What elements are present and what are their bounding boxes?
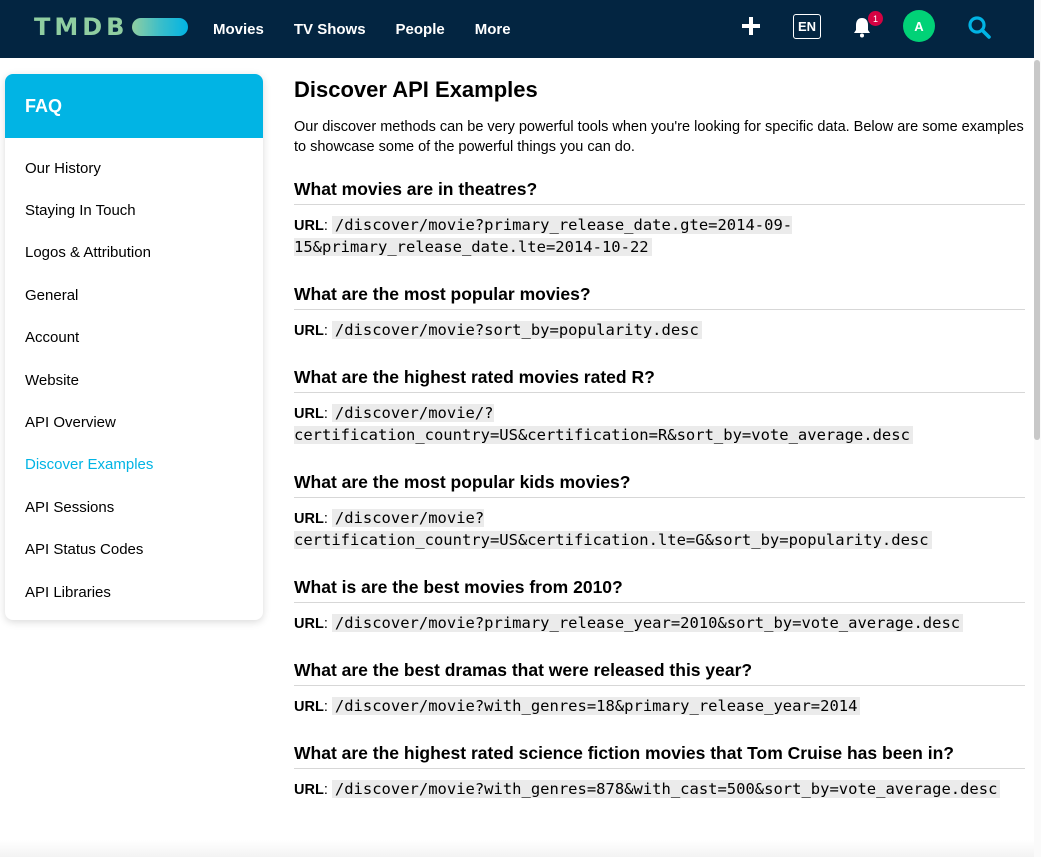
example-url-code[interactable]: /discover/movie?with_genres=878&with_cas… [331, 780, 1001, 798]
search-icon[interactable] [967, 15, 991, 39]
url-code-line1: /discover/movie?primary_release_date.gte… [334, 216, 793, 234]
example-question: What are the highest rated science ficti… [294, 741, 1025, 769]
url-code-line1: /discover/movie?with_genres=18&primary_r… [334, 697, 858, 715]
example-url-line: URL: /discover/movie/? certification_coun… [294, 403, 1025, 447]
url-code-line2: certification_country=US&certification=R… [294, 426, 910, 444]
nav-movies[interactable]: Movies [213, 21, 264, 38]
scrollbar-thumb[interactable] [1034, 60, 1040, 440]
example-question: What are the most popular movies? [294, 282, 1025, 310]
example-url-line: URL: /discover/movie?primary_release_dat… [294, 216, 793, 256]
bottom-fade [0, 840, 1034, 857]
url-code-line1: /discover/movie/? [334, 404, 494, 422]
sidebar-item-general[interactable]: General [5, 274, 263, 316]
logo-text: TMDB [34, 13, 129, 41]
example-block: What are the highest rated science ficti… [294, 741, 1025, 801]
url-label: URL [294, 218, 324, 234]
sidebar-item-discover-examples[interactable]: Discover Examples [5, 444, 263, 486]
example-block: What are the most popular kids movies? UR… [294, 470, 1025, 552]
sidebar-title: FAQ [5, 74, 263, 138]
sidebar-item-api-libraries[interactable]: API Libraries [5, 571, 263, 613]
sidebar-item-logos-attribution[interactable]: Logos & Attribution [5, 232, 263, 274]
example-url-code[interactable]: /discover/movie/? certification_country=U… [294, 404, 913, 444]
example-block: What are the best dramas that were relea… [294, 658, 1025, 718]
url-code-line1: /discover/movie?sort_by=popularity.desc [334, 321, 699, 339]
example-url-line: URL: /discover/movie? certification_count… [294, 508, 1025, 552]
sidebar-list: Our History Staying In Touch Logos & Att… [5, 138, 263, 613]
sidebar-item-account[interactable]: Account [5, 317, 263, 359]
page-title: Discover API Examples [294, 77, 538, 102]
sidebar-item-api-overview[interactable]: API Overview [5, 401, 263, 443]
tmdb-logo[interactable]: TMDB [34, 13, 189, 41]
example-block: What is are the best movies from 2010? UR… [294, 575, 1025, 635]
intro-text: Our discover methods can be very powerfu… [294, 119, 1024, 155]
example-url-line: URL: /discover/movie?with_genres=878&wit… [294, 779, 1025, 801]
sidebar-item-our-history[interactable]: Our History [5, 147, 263, 189]
avatar[interactable]: A [903, 10, 935, 42]
url-code-line2: 15&primary_release_date.lte=2014-10-22 [294, 238, 649, 256]
url-label: URL [294, 782, 324, 798]
sidebar-item-website[interactable]: Website [5, 359, 263, 401]
example-question: What movies are in theatres? [294, 177, 1025, 205]
example-question: What are the best dramas that were relea… [294, 658, 1025, 686]
sidebar-item-api-status-codes[interactable]: API Status Codes [5, 529, 263, 571]
url-label: URL [294, 616, 324, 632]
example-url-line: URL: /discover/movie?primary_release_yea… [294, 613, 1025, 635]
example-url-line: URL: /discover/movie?with_genres=18&prim… [294, 696, 1025, 718]
url-code-line1: /discover/movie? [334, 509, 485, 527]
url-label: URL [294, 406, 324, 422]
nav-people[interactable]: People [396, 21, 445, 38]
language-button[interactable]: EN [793, 14, 821, 39]
url-label: URL [294, 511, 324, 527]
example-url-code[interactable]: /discover/movie?primary_release_date.gte… [294, 216, 793, 256]
logo-pill-icon [132, 18, 189, 36]
sidebar-item-staying-in-touch[interactable]: Staying In Touch [5, 189, 263, 231]
main-nav: Movies TV Shows People More [213, 0, 541, 58]
example-url-code[interactable]: /discover/movie?with_genres=18&primary_r… [331, 697, 861, 715]
example-url-code[interactable]: /discover/movie?sort_by=popularity.desc [331, 321, 702, 339]
url-label: URL [294, 323, 324, 339]
examples-list: What movies are in theatres? URL: /discov… [294, 177, 1025, 801]
example-block: What are the highest rated movies rated … [294, 365, 1025, 447]
url-code-line2: certification_country=US&certification.l… [294, 531, 929, 549]
example-url-line: URL: /discover/movie?sort_by=popularity.… [294, 320, 1025, 342]
nav-more[interactable]: More [475, 21, 511, 38]
faq-sidebar: FAQ Our History Staying In Touch Logos &… [5, 74, 263, 620]
main-content: Discover API Examples Our discover metho… [294, 74, 1025, 801]
example-question: What is are the best movies from 2010? [294, 575, 1025, 603]
example-url-code[interactable]: /discover/movie? certification_country=US… [294, 509, 932, 549]
notification-badge: 1 [868, 11, 883, 26]
url-label: URL [294, 699, 324, 715]
nav-tv-shows[interactable]: TV Shows [294, 21, 366, 38]
top-navigation-bar: TMDB Movies TV Shows People More EN 1 A [0, 0, 1034, 58]
example-block: What movies are in theatres? URL: /discov… [294, 177, 1025, 259]
example-question: What are the most popular kids movies? [294, 470, 1025, 498]
example-block: What are the most popular movies? URL: /d… [294, 282, 1025, 342]
add-plus-icon[interactable] [742, 17, 760, 35]
sidebar-item-api-sessions[interactable]: API Sessions [5, 486, 263, 528]
example-question: What are the highest rated movies rated … [294, 365, 1025, 393]
url-code-line1: /discover/movie?with_genres=878&with_cas… [334, 780, 998, 798]
url-code-line1: /discover/movie?primary_release_year=201… [334, 614, 961, 632]
example-url-code[interactable]: /discover/movie?primary_release_year=201… [331, 614, 964, 632]
